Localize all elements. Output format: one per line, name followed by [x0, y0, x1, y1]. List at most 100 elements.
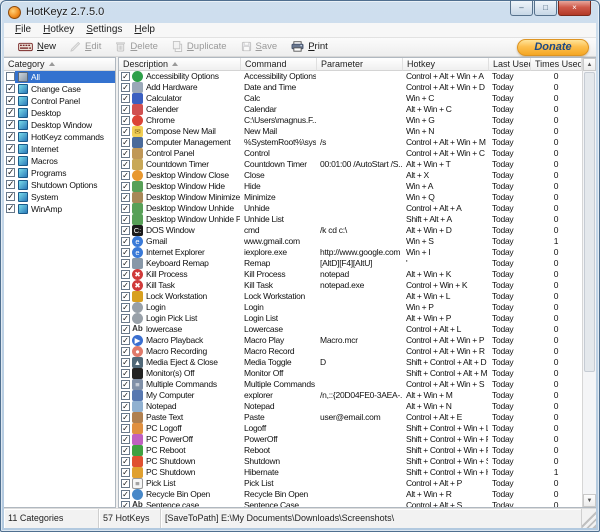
category-item[interactable]: ✓ Desktop	[4, 107, 115, 119]
table-row[interactable]: ✓ Desktop Window Unhide Pick List Unhide…	[119, 214, 582, 225]
table-row[interactable]: ✓ PC Logoff Logoff Shift + Control + Win…	[119, 423, 582, 434]
category-item[interactable]: ✓ Desktop Window	[4, 119, 115, 131]
row-checkbox[interactable]: ✓	[121, 501, 130, 508]
row-checkbox[interactable]: ✓	[121, 446, 130, 455]
resize-grip[interactable]	[582, 509, 596, 528]
row-checkbox[interactable]: ✓	[121, 424, 130, 433]
row-checkbox[interactable]: ✓	[121, 435, 130, 444]
category-checkbox[interactable]: ✓	[6, 144, 15, 153]
table-row[interactable]: ✓ Lock Workstation Lock Workstation Alt …	[119, 291, 582, 302]
scroll-up-icon[interactable]: ▲	[583, 58, 596, 71]
table-row[interactable]: ✓ e Gmail www.gmail.com Win + S Today 1	[119, 236, 582, 247]
table-row[interactable]: ✓ Monitor(s) Off Monitor Off Shift + Con…	[119, 368, 582, 379]
table-row[interactable]: ✓ Calender Calendar Alt + Win + C Today …	[119, 104, 582, 115]
save-button[interactable]: Save	[241, 41, 278, 52]
row-checkbox[interactable]: ✓	[121, 347, 130, 356]
category-header[interactable]: Category	[4, 58, 115, 71]
row-checkbox[interactable]: ✓	[121, 83, 130, 92]
category-checkbox[interactable]: ✓	[6, 180, 15, 189]
table-row[interactable]: ✓ ✖ Kill Process Kill Process notepad Al…	[119, 269, 582, 280]
category-item[interactable]: ✓ HotKeyz commands	[4, 131, 115, 143]
row-checkbox[interactable]: ✓	[121, 116, 130, 125]
table-row[interactable]: ✓ ▲ Media Eject & Close Media Toggle D S…	[119, 357, 582, 368]
row-checkbox[interactable]: ✓	[121, 314, 130, 323]
category-item[interactable]: ✓ Shutdown Options	[4, 179, 115, 191]
row-checkbox[interactable]: ✓	[121, 193, 130, 202]
category-item[interactable]: ✓ System	[4, 191, 115, 203]
table-row[interactable]: ✓ C: DOS Window cmd /k cd c:\ Alt + Win …	[119, 225, 582, 236]
category-checkbox[interactable]	[6, 72, 15, 81]
menu-settings[interactable]: Settings	[80, 24, 128, 35]
row-checkbox[interactable]: ✓	[121, 226, 130, 235]
vertical-scrollbar[interactable]: ▲ ▼	[582, 58, 596, 507]
table-row[interactable]: ✓ Control Panel Control Control + Alt + …	[119, 148, 582, 159]
menu-help[interactable]: Help	[128, 24, 161, 35]
category-checkbox[interactable]: ✓	[6, 108, 15, 117]
category-checkbox[interactable]: ✓	[6, 84, 15, 93]
category-item[interactable]: ✓ Control Panel	[4, 95, 115, 107]
table-row[interactable]: ✓ Add Hardware Date and Time Control + A…	[119, 82, 582, 93]
row-checkbox[interactable]: ✓	[121, 380, 130, 389]
edit-button[interactable]: Edit	[70, 41, 101, 52]
category-item[interactable]: ✓ Programs	[4, 167, 115, 179]
category-item[interactable]: ✓ WinAmp	[4, 203, 115, 215]
column-hotkey[interactable]: Hotkey	[403, 58, 489, 71]
donate-button[interactable]: Donate	[517, 39, 589, 56]
row-checkbox[interactable]: ✓	[121, 160, 130, 169]
table-row[interactable]: ✓ Desktop Window Unhide Unhide Control +…	[119, 203, 582, 214]
row-checkbox[interactable]: ✓	[121, 336, 130, 345]
row-checkbox[interactable]: ✓	[121, 402, 130, 411]
scrollbar-thumb[interactable]	[584, 72, 595, 372]
table-row[interactable]: ✓ ▶ Macro Playback Macro Play Macro.mcr …	[119, 335, 582, 346]
table-row[interactable]: ✓ ≡ Multiple Commands Multiple Commands …	[119, 379, 582, 390]
category-item[interactable]: ✓ Change Case	[4, 83, 115, 95]
row-checkbox[interactable]: ✓	[121, 215, 130, 224]
category-checkbox[interactable]: ✓	[6, 204, 15, 213]
category-item[interactable]: ✓ Macros	[4, 155, 115, 167]
menu-file[interactable]: File	[9, 24, 37, 35]
row-checkbox[interactable]: ✓	[121, 325, 130, 334]
row-checkbox[interactable]: ✓	[121, 94, 130, 103]
row-checkbox[interactable]: ✓	[121, 281, 130, 290]
row-checkbox[interactable]: ✓	[121, 468, 130, 477]
row-checkbox[interactable]: ✓	[121, 369, 130, 378]
table-row[interactable]: ✓ Countdown Timer Countdown Timer 00:01:…	[119, 159, 582, 170]
row-checkbox[interactable]: ✓	[121, 479, 130, 488]
column-description[interactable]: Description	[119, 58, 241, 71]
row-checkbox[interactable]: ✓	[121, 391, 130, 400]
table-row[interactable]: ✓ Calculator Calc Win + C Today 0	[119, 93, 582, 104]
row-checkbox[interactable]: ✓	[121, 270, 130, 279]
title-bar[interactable]: HotKeyz 2.7.5.0 – □ ×	[1, 1, 599, 23]
row-checkbox[interactable]: ✓	[121, 204, 130, 213]
category-checkbox[interactable]: ✓	[6, 168, 15, 177]
category-item[interactable]: All	[4, 71, 115, 83]
table-row[interactable]: ✓ Desktop Window Hide Hide Win + A Today…	[119, 181, 582, 192]
close-button[interactable]: ×	[558, 1, 591, 16]
row-checkbox[interactable]: ✓	[121, 105, 130, 114]
table-row[interactable]: ✓ Accessibility Options Accessibility Op…	[119, 71, 582, 82]
row-checkbox[interactable]: ✓	[121, 182, 130, 191]
table-row[interactable]: ✓ ✖ Kill Task Kill Task notepad.exe Cont…	[119, 280, 582, 291]
table-row[interactable]: ✓ ● Macro Recording Macro Record Control…	[119, 346, 582, 357]
row-checkbox[interactable]: ✓	[121, 259, 130, 268]
column-times-used[interactable]: Times Used	[531, 58, 582, 71]
table-row[interactable]: ✓ Login Pick List Login List Alt + Win +…	[119, 313, 582, 324]
table-row[interactable]: ✓ PC Reboot Reboot Shift + Control + Win…	[119, 445, 582, 456]
table-row[interactable]: ✓ Desktop Window Close Close Alt + X Tod…	[119, 170, 582, 181]
table-row[interactable]: ✓ Keyboard Remap Remap [AltD][F4][AltU] …	[119, 258, 582, 269]
duplicate-button[interactable]: Duplicate	[172, 41, 227, 52]
table-row[interactable]: ✓ Ab Sentence case Sentence Case Control…	[119, 500, 582, 508]
table-row[interactable]: ✓ Chrome C:\Users\magnus.F... Win + G To…	[119, 115, 582, 126]
category-checkbox[interactable]: ✓	[6, 156, 15, 165]
row-checkbox[interactable]: ✓	[121, 358, 130, 367]
row-checkbox[interactable]: ✓	[121, 292, 130, 301]
table-row[interactable]: ✓ Ab lowercase Lowercase Control + Alt +…	[119, 324, 582, 335]
table-row[interactable]: ✓ Desktop Window Minimize Minimize Win +…	[119, 192, 582, 203]
row-checkbox[interactable]: ✓	[121, 248, 130, 257]
row-checkbox[interactable]: ✓	[121, 457, 130, 466]
print-button[interactable]: Print	[291, 41, 328, 52]
table-row[interactable]: ✓ Paste Text Paste user@email.com Contro…	[119, 412, 582, 423]
row-checkbox[interactable]: ✓	[121, 149, 130, 158]
row-checkbox[interactable]: ✓	[121, 138, 130, 147]
menu-hotkey[interactable]: Hotkey	[37, 24, 80, 35]
